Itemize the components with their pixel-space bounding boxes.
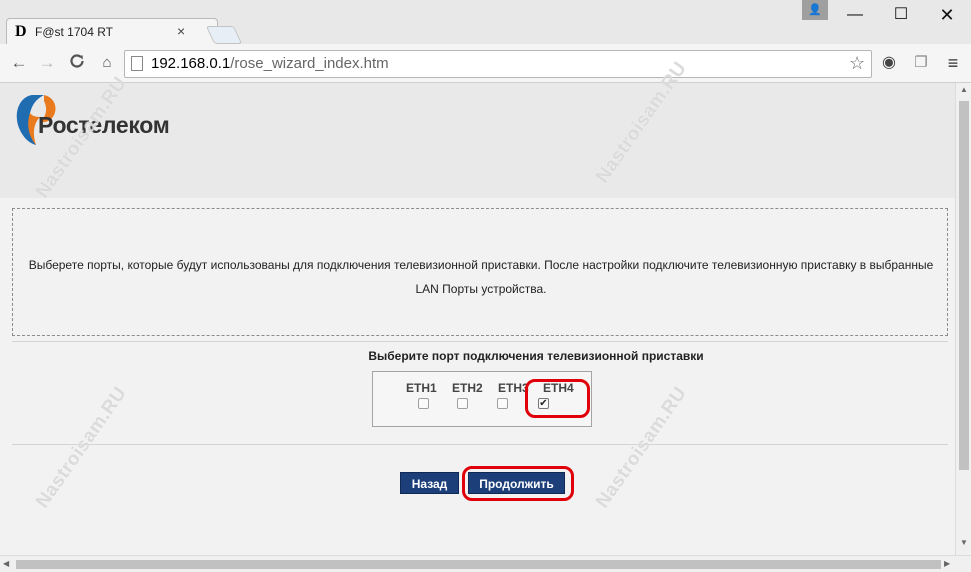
browser-titlebar: D F@st 1704 RT × 👤 — ☐ ✕ [0,0,971,45]
user-profile-icon[interactable]: 👤 [802,0,828,20]
reload-icon-svg [70,54,84,68]
horizontal-scrollbar[interactable]: ◀ ▶ [0,555,971,572]
home-icon[interactable]: ⌂ [96,52,118,74]
back-arrow-icon[interactable]: ← [8,52,30,74]
forward-arrow-icon[interactable]: → [36,52,58,74]
info-text-line1: Выберете порты, которые будут использова… [28,258,934,272]
minimize-button[interactable]: — [832,0,878,30]
browser-toolbar: ← → ⌂ 192.168.0.1/rose_wizard_index.htm … [0,44,971,83]
port-eth1-checkbox[interactable] [418,398,429,409]
bookmark-star-icon[interactable]: ☆ [849,53,865,73]
scroll-left-arrow-icon[interactable]: ◀ [3,559,9,568]
eye-extension-icon[interactable]: ◉ [878,52,900,74]
port-eth2-checkbox[interactable] [457,398,468,409]
vertical-scrollbar[interactable]: ▲ ▼ [955,83,971,555]
horizontal-scroll-thumb[interactable] [16,560,941,569]
divider [12,341,948,342]
port-eth1-label: ETH1 [406,381,437,395]
url-host: 192.168.0.1 [151,55,231,72]
url-path: /rose_wizard_index.htm [230,55,389,72]
ports-heading: Выберите порт подключения телевизионной … [368,349,704,363]
tab-title: F@st 1704 RT [35,25,113,39]
tab-close-icon[interactable]: × [177,23,185,39]
page-viewport: Ростелеком Выберете порты, которые будут… [0,83,955,555]
page-icon [131,56,143,71]
continue-highlight-ring [462,466,574,501]
close-window-button[interactable]: ✕ [924,0,970,30]
extension-icon[interactable]: ❐ [910,52,932,74]
browser-tab[interactable]: D F@st 1704 RT × [6,18,218,45]
reload-icon[interactable] [66,52,88,74]
url-text[interactable]: 192.168.0.1/rose_wizard_index.htm [151,55,389,73]
scroll-right-arrow-icon[interactable]: ▶ [944,559,950,568]
eth4-highlight-ring [525,379,590,418]
divider [12,444,948,445]
port-eth2-label: ETH2 [452,381,483,395]
vertical-scroll-thumb[interactable] [959,101,969,470]
scroll-up-arrow-icon[interactable]: ▲ [958,85,970,94]
logo-text: Ростелеком [38,112,170,138]
browser-menu-icon[interactable]: ≡ [942,52,964,74]
info-text-line2: LAN Порты устройства. [415,282,547,296]
port-eth3-checkbox[interactable] [497,398,508,409]
back-button[interactable]: Назад [400,472,459,494]
scroll-down-arrow-icon[interactable]: ▼ [958,538,970,547]
address-bar[interactable]: 192.168.0.1/rose_wizard_index.htm ☆ [124,50,872,78]
maximize-button[interactable]: ☐ [878,0,924,30]
favicon-icon: D [15,23,27,40]
info-box: Выберете порты, которые будут использова… [12,208,948,336]
